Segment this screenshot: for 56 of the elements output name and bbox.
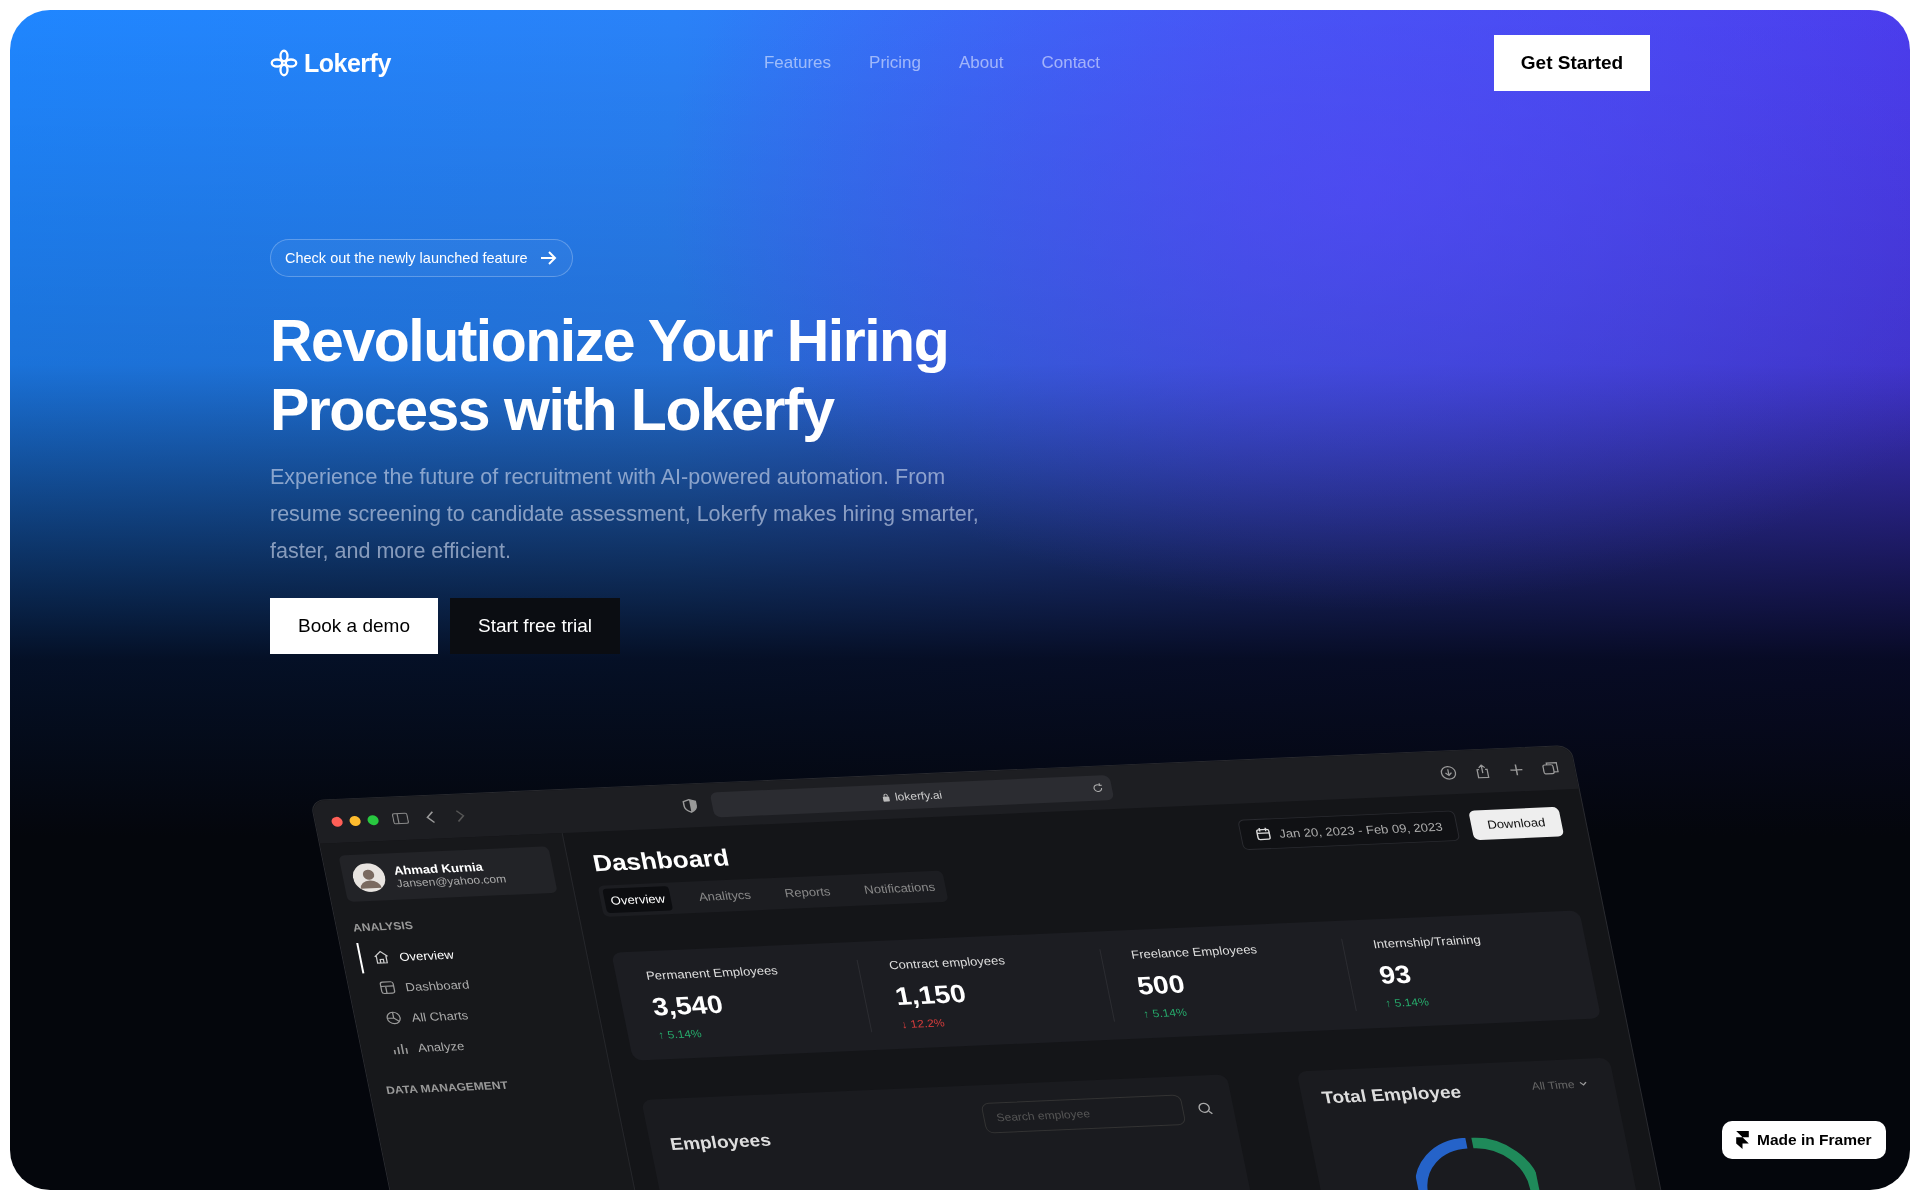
download-icon[interactable] bbox=[1439, 765, 1458, 781]
page-title: Dashboard bbox=[590, 843, 732, 878]
shield-icon[interactable] bbox=[680, 798, 700, 814]
logo[interactable]: Lokerfy bbox=[270, 48, 690, 78]
feature-announcement-link[interactable]: Check out the newly launched feature bbox=[270, 239, 573, 277]
home-icon bbox=[371, 949, 391, 965]
stat-change: ↓ 12.2% bbox=[899, 1015, 947, 1031]
flower-logo-icon bbox=[270, 49, 298, 77]
download-button[interactable]: Download bbox=[1468, 806, 1565, 840]
tabs-icon[interactable] bbox=[1540, 760, 1560, 776]
stat-value: 1,150 bbox=[892, 978, 970, 1012]
get-started-button[interactable]: Get Started bbox=[1494, 35, 1650, 91]
sidebar-item[interactable]: Overview bbox=[356, 933, 573, 974]
stat-label: Permanent Employees bbox=[644, 962, 780, 983]
window-control-icon[interactable] bbox=[330, 816, 344, 827]
user-card[interactable]: Ahmad Kurnia Jansen@yahoo.com bbox=[338, 846, 558, 902]
sidebar-toggle-icon[interactable] bbox=[391, 811, 410, 827]
section-heading: DATA MANAGEMENT bbox=[384, 1077, 511, 1097]
free-trial-button[interactable]: Start free trial bbox=[449, 598, 620, 654]
layout-icon bbox=[378, 980, 397, 996]
user-name: Ahmad Kurnia bbox=[392, 858, 484, 877]
search-icon bbox=[1195, 1101, 1215, 1117]
url-text: lokerfy.ai bbox=[880, 788, 944, 804]
chevron-down-icon bbox=[1577, 1079, 1590, 1089]
date-range-text: Jan 20, 2023 - Feb 09, 2023 bbox=[1277, 819, 1444, 841]
stat-value: 93 bbox=[1376, 959, 1415, 991]
lock-icon bbox=[881, 792, 891, 802]
card-title: Employees bbox=[668, 1130, 773, 1155]
tab[interactable]: Analitycs bbox=[690, 882, 760, 910]
share-icon[interactable] bbox=[1473, 763, 1492, 779]
section-heading: ANALYSIS bbox=[351, 918, 415, 935]
avatar-icon bbox=[350, 862, 388, 893]
stat-change: ↑ 5.14% bbox=[1384, 994, 1431, 1010]
calendar-icon bbox=[1253, 826, 1273, 842]
framer-logo-icon bbox=[1736, 1131, 1749, 1149]
stat-label: Contract employees bbox=[887, 952, 1008, 972]
hero-heading: Revolutionize Your Hiring Process with Lokerfy bbox=[270, 307, 950, 445]
book-demo-button[interactable]: Book a demo bbox=[270, 598, 438, 654]
stat-label: Internship/Training bbox=[1371, 931, 1483, 951]
window-control-icon[interactable] bbox=[366, 814, 380, 825]
pie-chart-icon bbox=[384, 1010, 404, 1026]
reload-icon[interactable] bbox=[1090, 782, 1105, 794]
stat-value: 500 bbox=[1134, 969, 1189, 1001]
date-range-picker[interactable]: Jan 20, 2023 - Feb 09, 2023 bbox=[1237, 810, 1461, 851]
stat-value: 3,540 bbox=[649, 989, 727, 1022]
window-control-icon[interactable] bbox=[348, 815, 362, 826]
address-bar[interactable]: lokerfy.ai bbox=[709, 775, 1115, 818]
tab[interactable]: Notifications bbox=[855, 874, 944, 903]
hero-description: Experience the future of recruitment with AI-powered automation. From resume screening to candidate assessment, Lokerfy makes hiring smarter, faster, and more efficient. bbox=[270, 464, 980, 565]
stat-change: ↑ 5.14% bbox=[656, 1026, 704, 1042]
tab[interactable]: Reports bbox=[776, 878, 839, 906]
stat-label: Freelance Employees bbox=[1129, 941, 1260, 962]
tab[interactable]: Overview bbox=[602, 886, 674, 914]
stat-change: ↑ 5.14% bbox=[1142, 1004, 1189, 1021]
card-title: Total Employee bbox=[1320, 1082, 1463, 1108]
made-in-framer-badge[interactable]: Made in Framer bbox=[1722, 1121, 1886, 1159]
